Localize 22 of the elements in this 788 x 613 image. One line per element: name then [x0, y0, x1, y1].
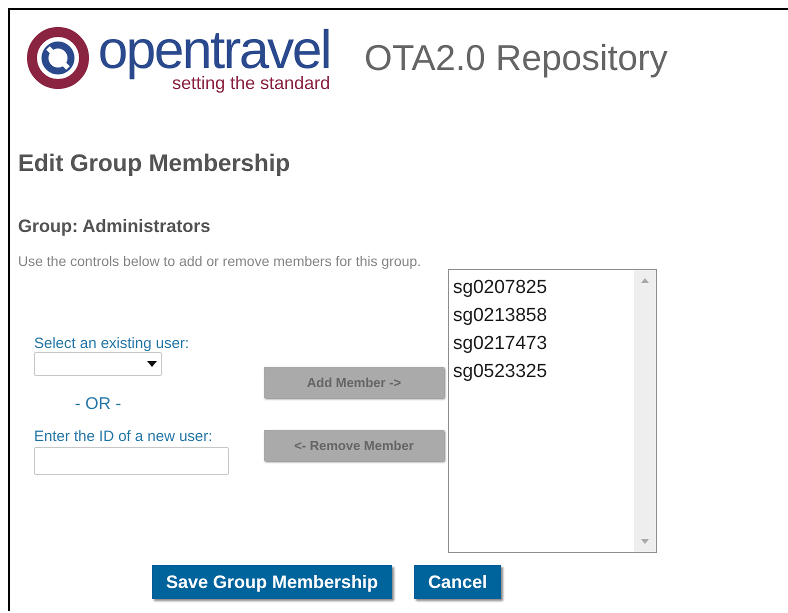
member-item[interactable]: sg0207825 [453, 274, 630, 302]
group-heading: Group: Administrators [18, 216, 212, 237]
logo-icon [26, 26, 90, 90]
save-button[interactable]: Save Group Membership [152, 565, 392, 599]
scroll-up-icon[interactable] [641, 278, 649, 283]
page-title: Edit Group Membership [18, 150, 292, 178]
user-dropdown[interactable] [34, 352, 162, 376]
or-separator: - OR - [74, 394, 122, 414]
member-item[interactable]: sg0217473 [453, 330, 630, 358]
cancel-button[interactable]: Cancel [414, 565, 502, 599]
field-label: Enter the ID of a new user: [34, 428, 214, 445]
site-title: OTA2.0 Repository [364, 37, 668, 79]
caret-icon [147, 361, 157, 367]
members-listbox[interactable]: sg0207825 sg0213858 sg0217473 sg0523325 [448, 269, 657, 553]
user-id-field[interactable] [34, 447, 229, 475]
member-item[interactable]: sg0523325 [453, 358, 630, 386]
field-label: Select an existing user: [34, 335, 190, 352]
member-item[interactable]: sg0213858 [453, 302, 630, 330]
description: Use the controls below to add or remove members for this group. [18, 253, 422, 269]
scrollbar[interactable] [634, 270, 656, 552]
logo-wordmark: opentravel [98, 23, 330, 77]
scroll-down-icon[interactable] [641, 539, 649, 544]
